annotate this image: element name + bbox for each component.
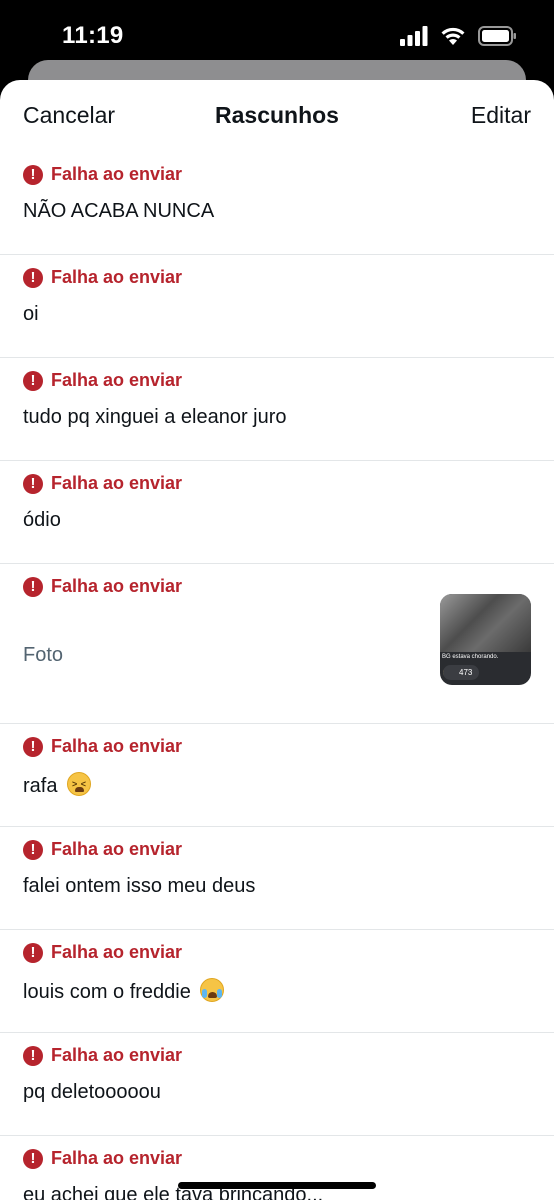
drafts-list: ! Falha ao enviar NÃO ACABA NUNCA ! Falh… xyxy=(0,152,554,1200)
alert-icon: ! xyxy=(23,164,43,185)
tired-face-emoji-icon: > < xyxy=(67,772,92,796)
draft-text: falei ontem isso meu deus xyxy=(23,875,256,897)
send-failed-label: Falha ao enviar xyxy=(51,267,183,287)
send-failed-status: ! Falha ao enviar xyxy=(23,839,182,860)
send-failed-status: ! Falha ao enviar xyxy=(23,736,182,757)
alert-icon: ! xyxy=(23,473,43,494)
draft-text: Foto xyxy=(23,644,64,666)
draft-item[interactable]: ! Falha ao enviar falei ontem isso meu d… xyxy=(0,827,554,930)
crying-face-emoji-icon xyxy=(200,978,225,1002)
draft-item[interactable]: ! Falha ao enviar oi xyxy=(0,255,554,358)
send-failed-status: ! Falha ao enviar xyxy=(23,942,182,963)
draft-item[interactable]: ! Falha ao enviar tudo pq xinguei a elea… xyxy=(0,358,554,461)
draft-text: tudo pq xinguei a eleanor juro xyxy=(23,406,287,428)
send-failed-label: Falha ao enviar xyxy=(51,942,183,962)
draft-item[interactable]: ! Falha ao enviar louis com o freddie xyxy=(0,930,554,1033)
send-failed-status: ! Falha ao enviar xyxy=(23,473,182,494)
send-failed-label: Falha ao enviar xyxy=(51,164,183,184)
draft-item[interactable]: ! Falha ao enviar eu achei que ele tava … xyxy=(0,1136,554,1200)
draft-text: pq deletooooou xyxy=(23,1081,161,1103)
send-failed-label: Falha ao enviar xyxy=(51,1045,183,1065)
battery-icon xyxy=(478,26,516,46)
nav-bar: Cancelar Rascunhos Editar xyxy=(0,80,554,152)
alert-icon: ! xyxy=(23,942,43,963)
alert-icon: ! xyxy=(23,736,43,757)
draft-item[interactable]: ! Falha ao enviar ódio xyxy=(0,461,554,564)
send-failed-status: ! Falha ao enviar xyxy=(23,370,182,391)
thumbnail-caption: BG estava chorando. xyxy=(442,654,499,660)
alert-icon: ! xyxy=(23,370,43,391)
edit-button[interactable]: Editar xyxy=(471,102,531,129)
draft-text: louis com o freddie xyxy=(23,981,191,1003)
drafts-sheet: Cancelar Rascunhos Editar ! Falha ao env… xyxy=(0,80,554,1200)
send-failed-label: Falha ao enviar xyxy=(51,576,183,596)
alert-icon: ! xyxy=(23,839,43,860)
send-failed-status: ! Falha ao enviar xyxy=(23,164,182,185)
wifi-icon xyxy=(441,27,465,45)
status-icons xyxy=(400,24,518,48)
draft-item[interactable]: ! Falha ao enviar NÃO ACABA NUNCA xyxy=(0,152,554,255)
draft-text: oi xyxy=(23,303,39,325)
draft-text: rafa xyxy=(23,775,58,797)
draft-text-row: louis com o freddie xyxy=(23,978,225,1004)
alert-icon: ! xyxy=(23,267,43,288)
send-failed-status: ! Falha ao enviar xyxy=(23,267,182,288)
home-indicator[interactable] xyxy=(178,1182,376,1189)
send-failed-status: ! Falha ao enviar xyxy=(23,1045,182,1066)
cellular-signal-icon xyxy=(400,26,428,46)
draft-text-row: rafa > < xyxy=(23,772,92,798)
thumbnail-count: 473 xyxy=(443,665,479,680)
send-failed-label: Falha ao enviar xyxy=(51,736,183,756)
draft-text: ódio xyxy=(23,509,61,531)
draft-item[interactable]: ! Falha ao enviar pq deletooooou xyxy=(0,1033,554,1136)
alert-icon: ! xyxy=(23,1148,43,1169)
draft-text: NÃO ACABA NUNCA xyxy=(23,200,215,222)
draft-item-photo[interactable]: ! Falha ao enviar Foto BG estava chorand… xyxy=(0,564,554,724)
alert-icon: ! xyxy=(23,1045,43,1066)
draft-item[interactable]: ! Falha ao enviar rafa > < xyxy=(0,724,554,827)
alert-icon: ! xyxy=(23,576,43,597)
thumbnail-image xyxy=(440,594,531,652)
send-failed-label: Falha ao enviar xyxy=(51,473,183,493)
send-failed-label: Falha ao enviar xyxy=(51,370,183,390)
send-failed-status: ! Falha ao enviar xyxy=(23,1148,182,1169)
send-failed-label: Falha ao enviar xyxy=(51,1148,183,1168)
send-failed-label: Falha ao enviar xyxy=(51,839,183,859)
photo-thumbnail[interactable]: BG estava chorando. 473 xyxy=(440,594,531,685)
status-time: 11:19 xyxy=(62,22,124,49)
send-failed-status: ! Falha ao enviar xyxy=(23,576,182,597)
